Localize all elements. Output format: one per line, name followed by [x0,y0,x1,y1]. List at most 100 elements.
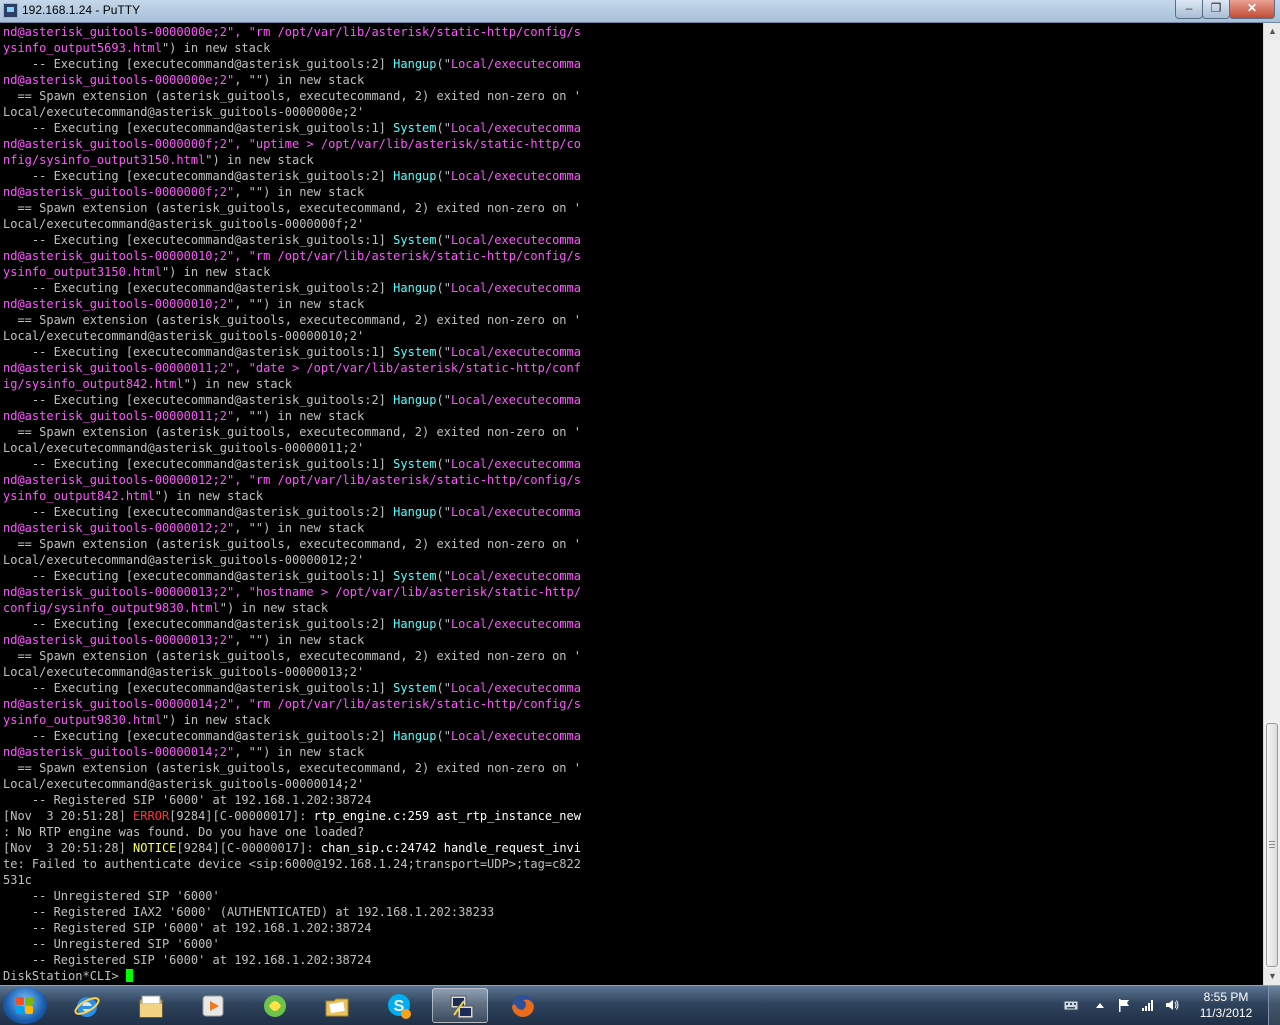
terminal-text-segment: -- Registered SIP '6000' at 192.168.1.20… [3,953,372,967]
taskbar-green-app[interactable] [246,988,302,1023]
show-desktop-button[interactable] [1268,986,1280,1025]
terminal-text-segment: -- Executing [executecommand@asterisk_gu… [3,233,394,247]
windows-start-icon[interactable] [3,987,47,1024]
terminal-text-segment: nd@asterisk_guitools-00000014;2", "rm /o… [3,697,581,711]
terminal-text-segment: nd@asterisk_guitools-0000000e;2" [3,73,235,87]
window-title-bar[interactable]: 192.168.1.24 - PuTTY ‒ ❐ ✕ [0,0,1280,23]
terminal-text-segment: (" [436,57,451,71]
terminal-text-segment: System [393,233,437,247]
terminal-text-segment: nd@asterisk_guitools-0000000e;2", "rm /o… [3,25,581,39]
terminal-text-segment: -- Executing [executecommand@asterisk_gu… [3,393,394,407]
terminal-text-segment: (" [436,233,451,247]
text-cursor [125,969,133,982]
taskbar-file-explorer[interactable] [122,988,178,1023]
maximize-button[interactable]: ❐ [1202,0,1230,19]
file-explorer-icon [139,995,163,1018]
minimize-button[interactable]: ‒ [1175,0,1203,19]
terminal-line: -- Registered SIP '6000' at 192.168.1.20… [3,920,372,936]
network-signal-icon[interactable] [1140,998,1156,1012]
putty-icon[interactable] [3,3,18,18]
terminal-text-segment: [9284][C-00000017]: [176,841,321,855]
terminal-line: == Spawn extension (asterisk_guitools, e… [3,648,581,664]
terminal-line: nd@asterisk_guitools-00000013;2", "hostn… [3,584,581,600]
terminal-text-segment: == Spawn extension (asterisk_guitools, e… [3,201,581,215]
clock-time: 8:55 PM [1203,990,1249,1004]
action-center-flag-icon[interactable] [1116,998,1132,1012]
taskbar-putty[interactable] [432,988,488,1023]
terminal-line: ysinfo_output5693.html") in new stack [3,40,270,56]
terminal-line: -- Executing [executecommand@asterisk_gu… [3,456,581,472]
terminal-line: nfig/sysinfo_output3150.html") in new st… [3,152,314,168]
vertical-scrollbar[interactable]: ▲ ▼ [1263,23,1280,985]
terminal-text-segment: (" [436,729,451,743]
terminal-text-segment: nd@asterisk_guitools-00000010;2", "rm /o… [3,249,581,263]
terminal-text-segment: , "") in new stack [234,409,365,423]
terminal-line: [Nov 3 20:51:28] ERROR[9284][C-00000017]… [3,808,581,824]
terminal-text-segment: System [393,345,437,359]
volume-icon[interactable] [1164,998,1180,1012]
terminal-text-segment: ERROR [133,809,170,823]
command-prompt[interactable]: DiskStation*CLI> [3,968,133,984]
terminal-text-segment: (" [436,393,451,407]
terminal-line: == Spawn extension (asterisk_guitools, e… [3,424,581,440]
terminal-line: ig/sysinfo_output842.html") in new stack [3,376,292,392]
terminal-text-segment: == Spawn extension (asterisk_guitools, e… [3,313,581,327]
terminal-line: -- Executing [executecommand@asterisk_gu… [3,280,581,296]
taskbar-media-player[interactable] [184,988,240,1023]
clock-date: 11/3/2012 [1199,1006,1253,1020]
terminal-text-segment: Local/executecomma [450,457,581,471]
terminal-text-segment: == Spawn extension (asterisk_guitools, e… [3,537,581,551]
terminal-text-segment: Local/executecomma [450,393,581,407]
terminal-text-segment: ") in new stack [161,713,271,727]
terminal-line: nd@asterisk_guitools-00000014;2", "") in… [3,744,364,760]
show-hidden-icons[interactable] [1092,998,1108,1012]
skype-icon: S [388,994,411,1019]
terminal-line: -- Executing [executecommand@asterisk_gu… [3,232,581,248]
terminal-text-segment: nfig/sysinfo_output3150.html [3,153,206,167]
close-button[interactable]: ✕ [1229,0,1275,19]
taskbar-firefox[interactable] [494,988,550,1023]
terminal-text-segment: System [393,121,437,135]
terminal-line: ysinfo_output9830.html") in new stack [3,712,270,728]
terminal-line: -- Executing [executecommand@asterisk_gu… [3,568,581,584]
terminal-text-segment: Local/executecomma [450,505,581,519]
taskbar-folder[interactable] [308,988,364,1023]
media-player-icon [202,995,224,1017]
terminal-text-segment: -- Registered SIP '6000' at 192.168.1.20… [3,793,372,807]
terminal-text-segment: -- Executing [executecommand@asterisk_gu… [3,121,394,135]
terminal-text-segment: -- Registered IAX2 '6000' (AUTHENTICATED… [3,905,495,919]
terminal-text-segment: -- Executing [executecommand@asterisk_gu… [3,57,394,71]
taskbar-internet-explorer[interactable] [58,988,114,1023]
system-clock[interactable]: 8:55 PM 11/3/2012 [1188,989,1264,1021]
terminal-text-segment: ") in new stack [219,601,329,615]
terminal-text-segment: 531c [3,873,32,887]
terminal-text-segment: [9284][C-00000017]: [169,809,314,823]
taskbar-skype[interactable]: S [370,988,426,1023]
terminal-text-segment: ysinfo_output3150.html [3,265,162,279]
firefox-icon [512,995,534,1017]
terminal-text-segment: nd@asterisk_guitools-00000011;2" [3,409,235,423]
terminal-line: nd@asterisk_guitools-00000011;2", "date … [3,360,581,376]
scroll-up-arrow-icon[interactable]: ▲ [1264,23,1280,40]
terminal-line: 531c [3,872,32,888]
folder-icon [325,998,349,1017]
green-app-icon [264,995,286,1017]
terminal-text-segment: ") in new stack [161,41,271,55]
keyboard-icon[interactable] [1063,998,1079,1012]
terminal-text-segment: Local/executecomma [450,121,581,135]
terminal-text-segment: System [393,569,437,583]
terminal-text-segment: Local/executecommand@asterisk_guitools-0… [3,665,365,679]
terminal-line: == Spawn extension (asterisk_guitools, e… [3,200,581,216]
terminal-text-segment: ysinfo_output842.html [3,489,155,503]
terminal-text-segment: -- Executing [executecommand@asterisk_gu… [3,345,394,359]
terminal-text-segment: (" [436,169,451,183]
terminal-output[interactable]: nd@asterisk_guitools-0000000e;2", "rm /o… [0,23,1263,985]
terminal-line: config/sysinfo_output9830.html") in new … [3,600,328,616]
scrollbar-thumb[interactable] [1266,723,1278,967]
terminal-line: nd@asterisk_guitools-00000012;2", "") in… [3,520,364,536]
terminal-line: -- Registered SIP '6000' at 192.168.1.20… [3,952,372,968]
terminal-text-segment: nd@asterisk_guitools-00000011;2", "date … [3,361,581,375]
scroll-down-arrow-icon[interactable]: ▼ [1264,968,1280,985]
prompt-text: DiskStation*CLI> [3,969,126,983]
terminal-text-segment: Local/executecommand@asterisk_guitools-0… [3,777,365,791]
